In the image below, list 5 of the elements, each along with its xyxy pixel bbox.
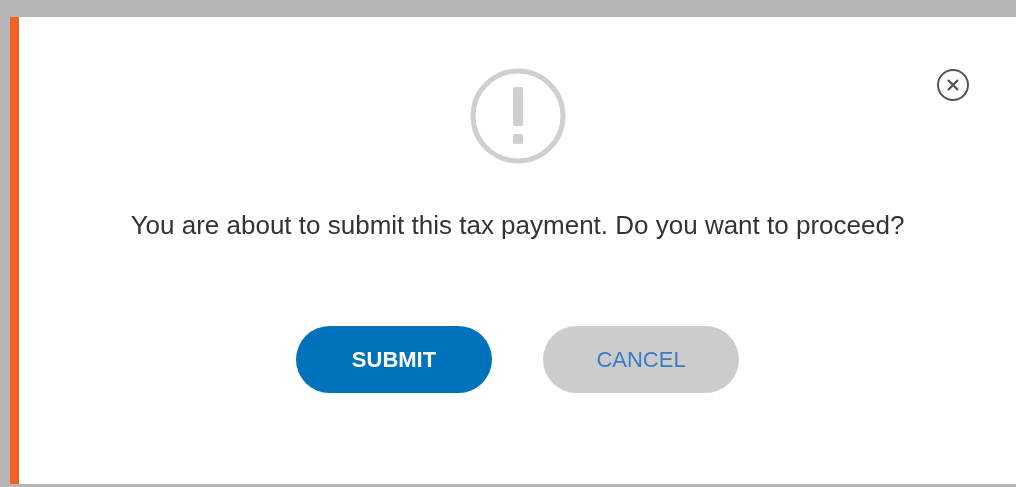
submit-button[interactable]: SUBMIT <box>296 326 492 393</box>
close-icon[interactable] <box>936 68 970 102</box>
cancel-button[interactable]: CANCEL <box>543 326 739 393</box>
confirmation-message: You are about to submit this tax payment. Do you want to proceed? <box>129 209 906 242</box>
warning-icon <box>468 67 567 165</box>
